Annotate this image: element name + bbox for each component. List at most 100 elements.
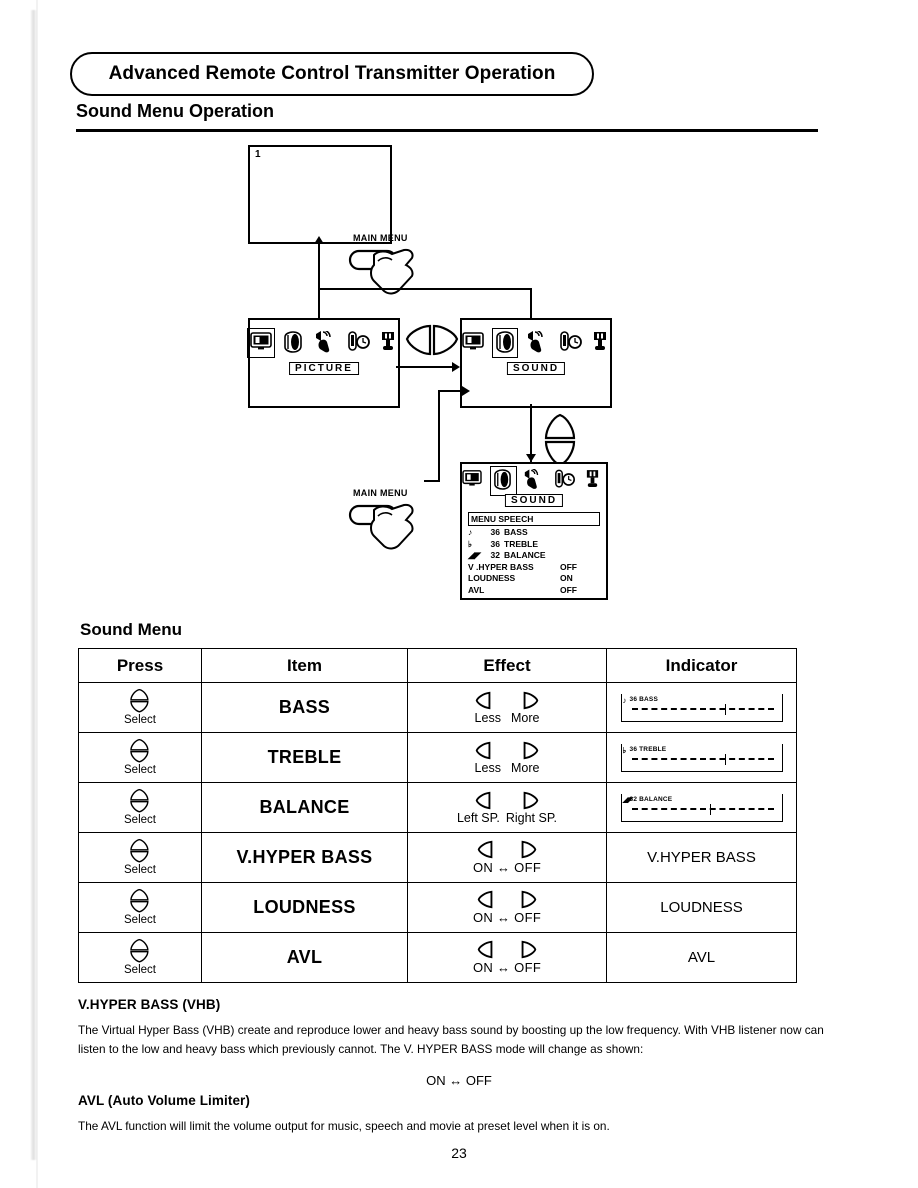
press-cell[interactable]: Select — [78, 832, 202, 883]
main-menu-label-top: MAIN MENU — [353, 233, 408, 243]
avl-heading: AVL (Auto Volume Limiter) — [78, 1093, 251, 1108]
right-arrow-icon[interactable] — [522, 791, 539, 810]
column-header-item: Item — [201, 648, 408, 683]
left-arrow-icon[interactable] — [475, 741, 492, 760]
indicator-cell: AVL — [606, 932, 797, 983]
flow-line-vertical-4 — [438, 390, 440, 482]
effect-right-label: Right SP. — [505, 810, 558, 825]
indicator-bar: ♪ 36 BASS — [620, 693, 783, 722]
table-row: Select BALANCE Left SP. Right SP. ◢◤ 32 … — [78, 782, 797, 833]
table-header-row: Press Item Effect Indicator — [78, 648, 797, 683]
setup-icon[interactable] — [585, 469, 607, 493]
sound-menu-table-title: Sound Menu — [80, 620, 182, 639]
setup-icon[interactable] — [380, 331, 398, 355]
up-down-rocker-icon[interactable] — [129, 939, 151, 963]
timer-icon[interactable] — [559, 331, 582, 355]
sound-detail-row-balance[interactable]: ◢◤ 32 BALANCE — [468, 550, 600, 562]
press-cell[interactable]: Select — [78, 932, 202, 983]
effect-cell: Left SP. Right SP. — [407, 782, 607, 833]
sound-detail-row-loudness[interactable]: LOUDNESS ON — [468, 573, 600, 585]
table-body: Select BASS Less More ♪ 36 BASS Select T… — [78, 682, 797, 983]
timer-icon[interactable] — [554, 469, 576, 493]
speech-icon[interactable] — [523, 469, 545, 493]
sound-detail-row-vhyperbass[interactable]: V .HYPER BASS OFF — [468, 562, 600, 574]
page-number: 23 — [451, 1145, 467, 1161]
up-down-rocker-icon[interactable] — [129, 839, 151, 863]
table-row: Select BASS Less More ♪ 36 BASS — [78, 682, 797, 733]
left-arrow-icon[interactable] — [477, 940, 494, 959]
setup-icon[interactable] — [592, 331, 610, 355]
treble-note-icon: ♭ — [468, 538, 473, 549]
up-down-rocker-icon[interactable] — [129, 739, 151, 763]
menu-speech-highlight[interactable]: MENU SPEECH — [468, 512, 600, 526]
avl-setting: OFF — [560, 584, 577, 595]
picture-icon[interactable] — [462, 331, 484, 355]
section-title: Sound Menu Operation — [76, 101, 274, 121]
right-arrow-icon[interactable] — [520, 840, 537, 859]
sound-detail-row-bass[interactable]: ♪ 36 BASS — [468, 527, 600, 539]
speech-icon[interactable] — [526, 331, 548, 355]
left-arrow-icon[interactable] — [475, 691, 492, 710]
speech-icon[interactable] — [314, 331, 336, 355]
sound-detail-row-treble[interactable]: ♭ 36 TREBLE — [468, 539, 600, 551]
up-down-rocker-button-diagram[interactable] — [543, 412, 579, 468]
item-cell: AVL — [201, 932, 408, 983]
effect-onoff-label: ON ↔ OFF — [472, 860, 542, 875]
item-label: AVL — [286, 947, 323, 967]
indicator-text: AVL — [687, 948, 716, 966]
effect-left-label: Left SP. — [456, 810, 500, 825]
press-cell[interactable]: Select — [78, 782, 202, 833]
main-menu-hand-button-bottom[interactable] — [348, 500, 434, 556]
indicator-cell: ♪ 36 BASS — [606, 682, 797, 733]
left-arrow-icon[interactable] — [477, 890, 494, 909]
main-menu-label-bottom: MAIN MENU — [353, 488, 408, 498]
table-row: Select TREBLE Less More ♭ 36 TREBLE — [78, 732, 797, 783]
right-arrow-icon[interactable] — [522, 691, 539, 710]
press-label: Select — [124, 864, 156, 876]
item-label: TREBLE — [267, 747, 342, 767]
banner-title-text: Advanced Remote Control Transmitter Oper… — [108, 63, 556, 84]
header-divider — [76, 129, 818, 132]
press-label: Select — [124, 764, 156, 776]
timer-icon[interactable] — [347, 331, 370, 355]
right-arrow-icon[interactable] — [522, 741, 539, 760]
press-cell[interactable]: Select — [78, 882, 202, 933]
sound-detail-row-avl[interactable]: AVL OFF — [468, 585, 600, 597]
up-down-rocker-icon[interactable] — [129, 789, 151, 813]
picture-icon[interactable] — [462, 469, 484, 493]
vhb-heading: V.HYPER BASS (VHB) — [78, 997, 221, 1012]
up-down-rocker-icon[interactable] — [129, 889, 151, 913]
item-label: LOUDNESS — [253, 897, 356, 917]
main-menu-hand-button-top[interactable] — [348, 245, 434, 301]
up-down-rocker-icon[interactable] — [129, 689, 151, 713]
effect-cell: ON ↔ OFF — [407, 882, 607, 933]
indicator-cell: ♭ 36 TREBLE — [606, 732, 797, 783]
balance-icon: ◢◤ — [468, 550, 482, 560]
effect-onoff-label: ON ↔ OFF — [472, 960, 542, 975]
bass-name: BASS — [504, 527, 528, 537]
vhb-toggle: ON ↔ OFF — [426, 1073, 492, 1088]
sound-detail-menu-label: SOUND — [504, 494, 564, 507]
column-header-indicator: Indicator — [606, 648, 797, 683]
left-arrow-icon[interactable] — [475, 791, 492, 810]
sound-icon[interactable] — [489, 466, 517, 496]
right-arrow-icon[interactable] — [520, 890, 537, 909]
right-arrow-icon[interactable] — [520, 940, 537, 959]
bass-note-icon: ♪ — [622, 695, 627, 705]
picture-icon[interactable] — [247, 328, 275, 358]
press-cell[interactable]: Select — [78, 682, 202, 733]
bass-note-icon: ♪ — [468, 527, 473, 537]
indicator-scale — [631, 707, 774, 710]
effect-left-label: Less — [474, 710, 501, 725]
item-cell: TREBLE — [201, 732, 408, 783]
left-right-rocker-button[interactable] — [404, 323, 460, 357]
indicator-cell: LOUDNESS — [606, 882, 797, 933]
flow-arrow-right-2 — [462, 386, 470, 396]
effect-cell: Less More — [407, 732, 607, 783]
page-banner-title: Advanced Remote Control Transmitter Oper… — [70, 52, 594, 96]
indicator-text: 32 BALANCE — [629, 795, 673, 803]
sound-icon[interactable] — [283, 331, 303, 355]
sound-icon[interactable] — [492, 328, 518, 358]
press-cell[interactable]: Select — [78, 732, 202, 783]
left-arrow-icon[interactable] — [477, 840, 494, 859]
